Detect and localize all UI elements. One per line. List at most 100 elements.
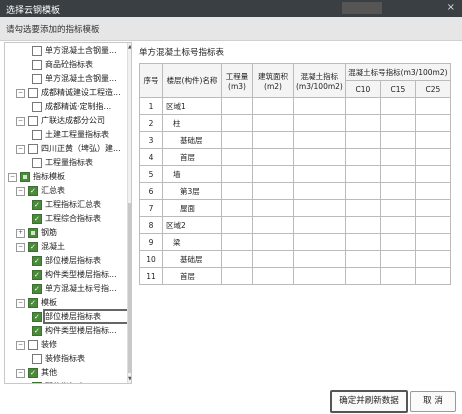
tree-item-checkbox[interactable]	[28, 144, 38, 154]
tree-item[interactable]: 装修指标表	[32, 353, 85, 365]
tree-item[interactable]: 单方混凝土含钢量...	[32, 73, 117, 85]
scroll-up-icon[interactable]: ▲	[128, 44, 131, 50]
value-cell[interactable]	[379, 267, 416, 285]
value-cell[interactable]	[414, 199, 451, 217]
value-cell[interactable]	[379, 216, 416, 234]
value-cell[interactable]	[344, 182, 381, 200]
value-cell[interactable]	[252, 97, 294, 115]
tree-item-checkbox[interactable]	[28, 340, 38, 350]
value-cell[interactable]	[252, 199, 294, 217]
value-cell[interactable]	[414, 97, 451, 115]
value-cell[interactable]	[414, 182, 451, 200]
tree-item-checkbox[interactable]	[28, 297, 38, 309]
value-cell[interactable]	[221, 199, 253, 217]
tree-item-checkbox[interactable]	[28, 185, 38, 197]
value-cell[interactable]	[414, 165, 451, 183]
collapse-icon[interactable]: −	[16, 298, 25, 308]
row-number-cell[interactable]: 9	[139, 233, 163, 251]
tree-item[interactable]: − 成都精诚建设工程造...	[16, 87, 121, 99]
table-row[interactable]: 1 区域1	[139, 97, 451, 115]
tree-item[interactable]: 构件类型楼层指标...	[32, 269, 117, 281]
table-row[interactable]: 5墙	[139, 165, 451, 183]
value-cell[interactable]	[344, 165, 381, 183]
value-cell[interactable]	[252, 267, 294, 285]
value-cell[interactable]	[414, 131, 451, 149]
value-cell[interactable]	[344, 199, 381, 217]
value-cell[interactable]	[344, 131, 381, 149]
value-cell[interactable]	[221, 233, 253, 251]
value-cell[interactable]	[252, 182, 294, 200]
tree-item-checkbox[interactable]	[20, 172, 30, 182]
collapse-icon[interactable]: −	[16, 186, 25, 196]
value-cell[interactable]	[379, 250, 416, 268]
value-cell[interactable]	[344, 97, 381, 115]
value-cell[interactable]	[414, 114, 451, 132]
tree-item-checkbox[interactable]	[28, 88, 38, 98]
value-cell[interactable]	[414, 267, 451, 285]
tree-item-checkbox[interactable]	[32, 74, 42, 84]
table-row[interactable]: 4 首层	[139, 148, 451, 166]
value-cell[interactable]	[293, 114, 346, 132]
value-cell[interactable]	[414, 233, 451, 251]
value-cell[interactable]	[293, 148, 346, 166]
value-cell[interactable]	[252, 216, 294, 234]
tree-item-checkbox[interactable]	[32, 130, 42, 140]
row-name-cell[interactable]: 首层	[162, 267, 222, 285]
row-number-cell[interactable]: 5	[139, 165, 163, 183]
value-cell[interactable]	[344, 216, 381, 234]
tree-item[interactable]: 成都精诚·定制指...	[32, 101, 111, 113]
table-row[interactable]: 11 首层	[139, 267, 451, 285]
tree-item-checkbox[interactable]	[32, 325, 42, 337]
collapse-icon[interactable]: −	[16, 340, 25, 350]
tree-item[interactable]: − 模板	[16, 297, 57, 309]
value-cell[interactable]	[293, 165, 346, 183]
value-cell[interactable]	[293, 216, 346, 234]
tree-item[interactable]: 部位楼层指标表	[32, 311, 101, 323]
row-number-cell[interactable]: 2	[139, 114, 163, 132]
value-cell[interactable]	[221, 148, 253, 166]
tree-item-checkbox[interactable]	[32, 213, 42, 225]
value-cell[interactable]	[379, 97, 416, 115]
table-row[interactable]: 7 屋面	[139, 199, 451, 217]
row-number-cell[interactable]: 4	[139, 148, 163, 166]
table-row[interactable]: 9梁	[139, 233, 451, 251]
tree-item[interactable]: 土建工程量指标表	[32, 129, 109, 141]
tree-item[interactable]: − 汇总表	[16, 185, 65, 197]
tree-item[interactable]: − 装修	[16, 339, 57, 351]
value-cell[interactable]	[344, 233, 381, 251]
value-cell[interactable]	[252, 114, 294, 132]
tree-item[interactable]: + 钢筋	[16, 227, 57, 239]
tree-item-checkbox[interactable]	[32, 60, 42, 70]
tree-item-checkbox[interactable]	[28, 241, 38, 253]
value-cell[interactable]	[252, 165, 294, 183]
row-name-cell[interactable]: 基础层	[162, 131, 222, 149]
row-name-cell[interactable]: 区域2	[162, 216, 222, 234]
value-cell[interactable]	[293, 250, 346, 268]
tree-item-checkbox[interactable]	[32, 46, 42, 56]
value-cell[interactable]	[293, 182, 346, 200]
tree-item-checkbox[interactable]	[32, 158, 42, 168]
tree-item-checkbox[interactable]	[28, 367, 38, 379]
tree-item[interactable]: − 四川正黄（埤弘）建...	[16, 143, 121, 155]
tree-item[interactable]: − 指标模板	[8, 171, 65, 183]
row-name-cell[interactable]: 屋面	[162, 199, 222, 217]
row-number-cell[interactable]: 10	[139, 250, 163, 268]
value-cell[interactable]	[293, 97, 346, 115]
scroll-down-icon[interactable]: ▼	[128, 376, 131, 382]
value-cell[interactable]	[252, 131, 294, 149]
cancel-button[interactable]: 取 消	[410, 391, 456, 412]
row-name-cell[interactable]: 基础层	[162, 250, 222, 268]
value-cell[interactable]	[414, 216, 451, 234]
collapse-icon[interactable]: −	[16, 242, 25, 252]
tree-scrollbar[interactable]: ▲ ▼	[127, 43, 131, 383]
collapse-icon[interactable]: −	[16, 368, 25, 378]
value-cell[interactable]	[379, 114, 416, 132]
tree-item[interactable]: 部位楼层指标表	[32, 255, 101, 267]
collapse-icon[interactable]: −	[16, 116, 25, 126]
table-row[interactable]: 2柱	[139, 114, 451, 132]
value-cell[interactable]	[379, 182, 416, 200]
value-cell[interactable]	[252, 250, 294, 268]
tree-item[interactable]: − 其他	[16, 367, 57, 379]
row-name-cell[interactable]: 首层	[162, 148, 222, 166]
value-cell[interactable]	[379, 199, 416, 217]
